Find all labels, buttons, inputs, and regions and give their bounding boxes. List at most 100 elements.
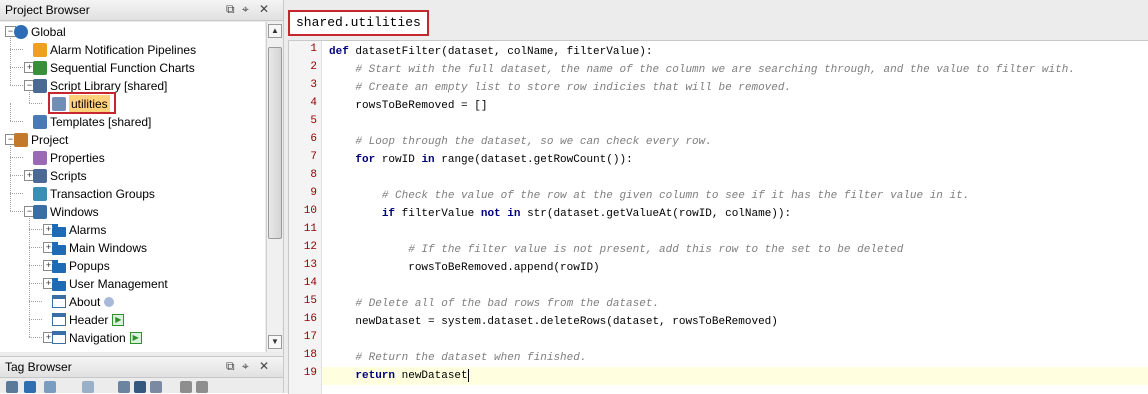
script-file-icon — [52, 96, 66, 111]
close-panel-icon[interactable]: ✕ — [259, 2, 269, 16]
code-line[interactable]: # Start with the full dataset, the name … — [329, 61, 1147, 79]
tree-item-windows[interactable]: Windows — [33, 202, 99, 220]
tree-item-script-library-shared[interactable]: Script Library [shared] — [33, 76, 167, 94]
tree-item-label: utilities — [69, 94, 110, 113]
tree-scrollbar[interactable]: ▲ ▼ — [266, 22, 282, 352]
tree-connector — [29, 265, 30, 283]
project-browser-panel: Project Browser ⧉ ⌖ ✕ − Global Alarm Notif… — [0, 0, 284, 393]
folder-icon — [52, 223, 66, 237]
tag-browser-header: Tag Browser ⧉ ⌖ ✕ — [0, 356, 283, 378]
tree-item-transaction-groups[interactable]: Transaction Groups — [33, 184, 155, 202]
code-line[interactable]: def datasetFilter(dataset, colName, filt… — [329, 43, 1147, 61]
tree-item-header[interactable]: Header ▶ — [52, 310, 125, 328]
tree-item-label: Navigation — [69, 330, 126, 345]
code-line[interactable] — [329, 331, 1147, 349]
code-line[interactable]: # If the filter value is not present, ad… — [329, 241, 1147, 259]
code-line[interactable]: newDataset = system.dataset.deleteRows(d… — [329, 313, 1147, 331]
tree-connector — [29, 265, 42, 266]
scroll-down-button[interactable]: ▼ — [268, 335, 282, 349]
import-tags-icon[interactable] — [180, 381, 192, 393]
tree-item-global[interactable]: Global — [14, 22, 66, 40]
folder-icon — [52, 259, 66, 273]
tree-connector — [29, 247, 30, 265]
tree-item-about[interactable]: About — [52, 292, 115, 310]
float-panel-icon[interactable]: ⧉ — [226, 359, 235, 374]
tag-search-icon[interactable] — [24, 381, 36, 393]
sfc-icon — [33, 60, 47, 75]
code-line[interactable] — [329, 223, 1147, 241]
line-number: 3 — [310, 79, 317, 91]
text-caret — [467, 368, 469, 382]
code-line[interactable]: # Loop through the dataset, so we can ch… — [329, 133, 1147, 151]
tree-connector — [29, 301, 42, 302]
play-badge-icon: ▶ — [112, 313, 125, 326]
code-line[interactable]: for rowID in range(dataset.getRowCount()… — [329, 151, 1147, 169]
window-icon — [52, 313, 66, 327]
tree-connector — [10, 193, 11, 211]
code-line[interactable] — [329, 115, 1147, 133]
line-number: 2 — [310, 61, 317, 73]
tree-item-label: User Management — [69, 276, 168, 291]
refresh-tags-icon[interactable] — [150, 381, 162, 393]
code-line[interactable]: rowsToBeRemoved.append(rowID) — [329, 259, 1147, 277]
tag-browser-title: Tag Browser — [5, 360, 72, 374]
code-line[interactable]: # Create an empty list to store row indi… — [329, 79, 1147, 97]
tag-browser-toolbar — [0, 378, 283, 393]
code-text[interactable]: def datasetFilter(dataset, colName, filt… — [329, 41, 1147, 394]
tree-connector — [29, 229, 42, 230]
project-browser-header: Project Browser ⧉ ⌖ ✕ — [0, 0, 283, 21]
line-number: 13 — [303, 259, 317, 271]
tree-item-templates-shared[interactable]: Templates [shared] — [33, 112, 151, 130]
scroll-thumb[interactable] — [268, 47, 282, 239]
tree-item-project[interactable]: Project — [14, 130, 68, 148]
info-badge-icon — [104, 296, 115, 307]
float-panel-icon[interactable]: ⧉ — [226, 2, 235, 17]
tree-connector — [29, 247, 42, 248]
tree-item-properties[interactable]: Properties — [33, 148, 105, 166]
code-line[interactable]: # Check the value of the row at the give… — [329, 187, 1147, 205]
edit-tag-icon[interactable] — [118, 381, 130, 393]
tree-connector — [10, 67, 11, 85]
properties-icon — [33, 150, 47, 165]
tree-item-alarms[interactable]: Alarms — [52, 220, 106, 238]
tree-item-user-management[interactable]: User Management — [52, 274, 168, 292]
tree-item-alarm-notification-pipelines[interactable]: Alarm Notification Pipelines — [33, 40, 196, 58]
code-line[interactable]: rowsToBeRemoved = [] — [329, 97, 1147, 115]
tree-connector — [29, 283, 42, 284]
close-panel-icon[interactable]: ✕ — [259, 359, 269, 373]
new-tag-icon[interactable] — [82, 381, 94, 393]
tree-item-sequential-function-charts[interactable]: Sequential Function Charts — [33, 58, 195, 76]
code-line[interactable]: if filterValue not in str(dataset.getVal… — [329, 205, 1147, 223]
tag-table-icon[interactable] — [134, 381, 146, 393]
tree-item-label: Sequential Function Charts — [50, 60, 195, 75]
tree-item-scripts[interactable]: Scripts — [33, 166, 87, 184]
tab-shared-utilities[interactable]: shared.utilities — [288, 10, 429, 36]
tree-connector — [10, 175, 23, 176]
tree-item-label: Global — [31, 24, 66, 39]
script-library-icon — [33, 78, 47, 93]
code-editor[interactable]: 1 2 3 4 5 6 7 8 9 10 11 12 13 14 15 16 17 18 19 def datase… — [288, 40, 1148, 394]
tree-item-popups[interactable]: Popups — [52, 256, 110, 274]
tree-item-main-windows[interactable]: Main Windows — [52, 238, 147, 256]
pin-panel-icon[interactable]: ⌖ — [242, 359, 249, 374]
code-line[interactable] — [329, 277, 1147, 295]
window-icon — [52, 295, 66, 309]
browse-tags-icon[interactable] — [6, 381, 18, 393]
tag-grid-icon[interactable] — [44, 381, 56, 393]
tree-connector — [29, 301, 30, 319]
tree-item-label: Scripts — [50, 168, 87, 183]
code-line[interactable] — [329, 169, 1147, 187]
line-number: 4 — [310, 97, 317, 109]
project-browser-title: Project Browser — [5, 3, 90, 17]
window-icon — [52, 331, 66, 345]
globe-icon — [14, 24, 28, 39]
pin-panel-icon[interactable]: ⌖ — [242, 2, 249, 17]
code-line[interactable]: # Delete all of the bad rows from the da… — [329, 295, 1147, 313]
code-line[interactable]: # Return the dataset when finished. — [329, 349, 1147, 367]
tree-item-utilities[interactable]: utilities — [48, 92, 116, 114]
scroll-up-button[interactable]: ▲ — [268, 24, 282, 38]
code-line[interactable]: return newDataset — [329, 367, 1147, 385]
tree-item-navigation[interactable]: Navigation ▶ — [52, 328, 142, 346]
export-tags-icon[interactable] — [196, 381, 208, 393]
alarm-pipeline-icon — [33, 42, 47, 57]
